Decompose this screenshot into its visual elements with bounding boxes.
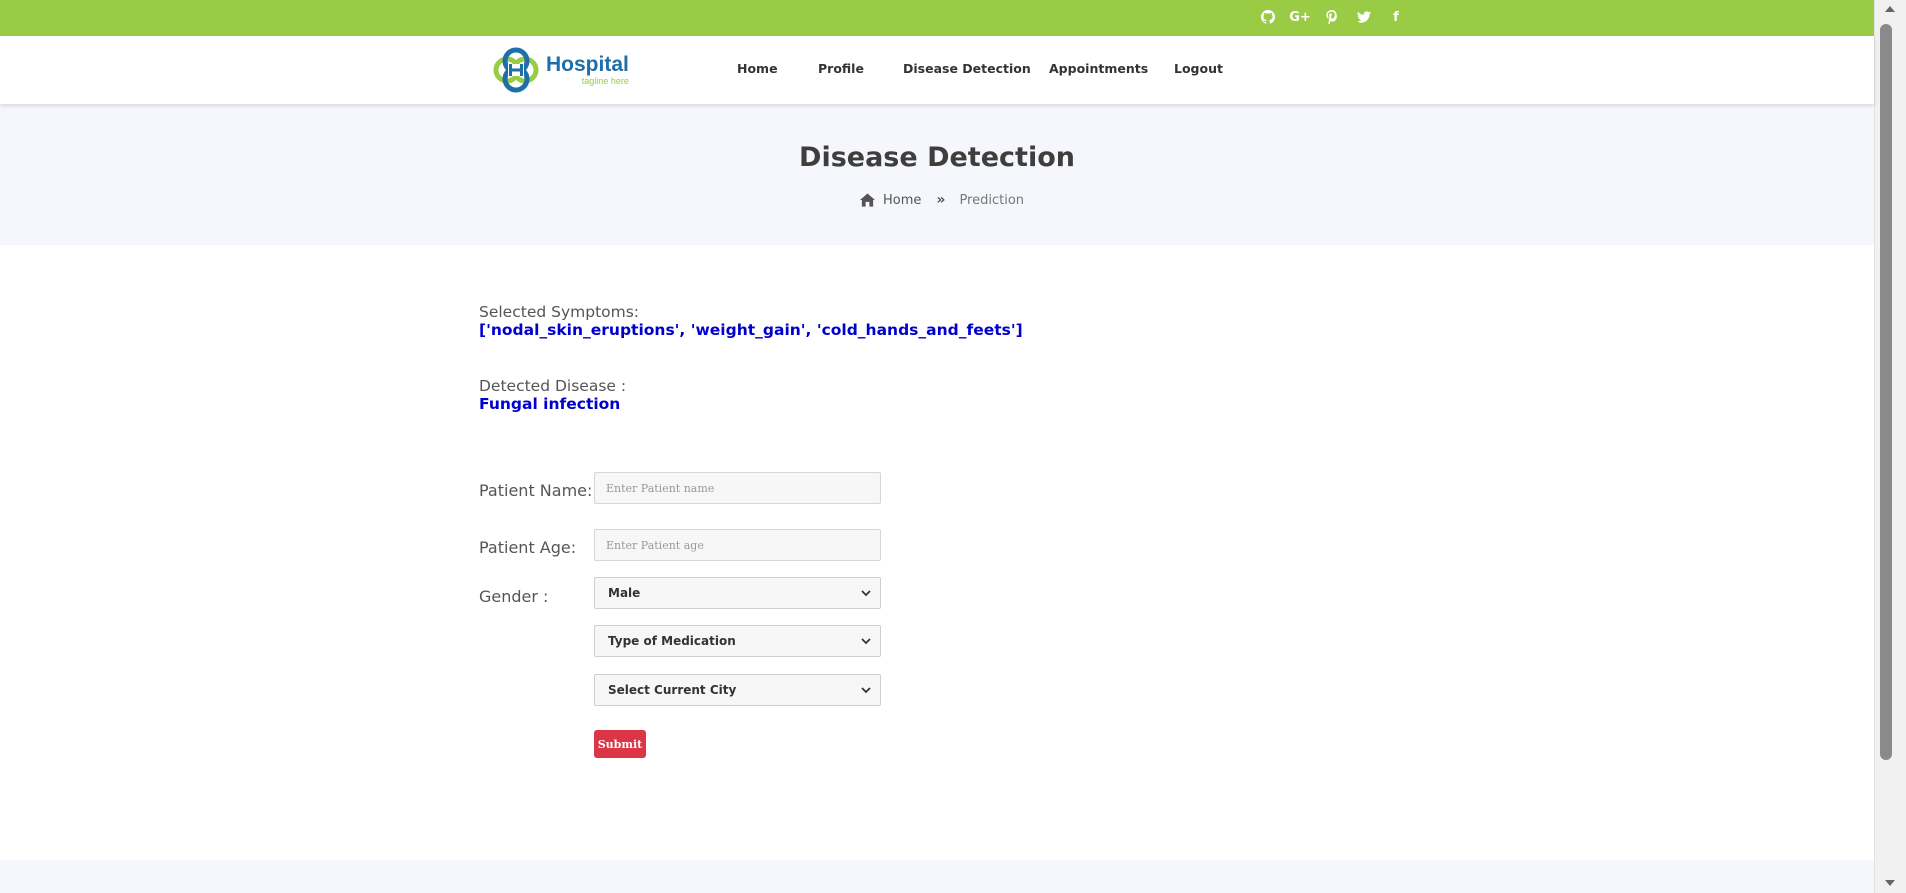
page-title: Disease Detection xyxy=(799,142,1075,173)
scrollbar-thumb[interactable] xyxy=(1880,24,1892,760)
chevron-down-icon xyxy=(861,590,871,597)
github-icon[interactable] xyxy=(1258,7,1278,27)
gender-label: Gender : xyxy=(479,587,549,606)
top-bar: G+ f xyxy=(0,0,1874,36)
detected-disease-value: Fungal infection xyxy=(479,395,621,413)
medication-select-value: Type of Medication xyxy=(608,634,736,648)
patient-age-input[interactable]: Enter Patient age xyxy=(594,529,881,561)
selected-symptoms-value: ['nodal_skin_eruptions', 'weight_gain', … xyxy=(479,321,1023,339)
logo-tagline: tagline here xyxy=(581,76,629,86)
logo-name: Hospital xyxy=(546,53,629,76)
nav-home[interactable]: Home xyxy=(737,61,778,76)
gender-select-value: Male xyxy=(608,586,641,600)
selected-symptoms-label: Selected Symptoms: xyxy=(479,303,640,321)
breadcrumb-home[interactable]: Home xyxy=(883,193,921,208)
breadcrumb-current: Prediction xyxy=(959,192,1025,208)
nav-disease-detection[interactable]: Disease Detection xyxy=(903,61,1031,76)
current-city-select[interactable]: Select Current City xyxy=(594,674,881,706)
submit-button[interactable]: Submit xyxy=(594,730,646,758)
breadcrumb-separator: » xyxy=(936,192,945,208)
hospital-logo[interactable]: Hospital tagline here xyxy=(490,44,629,96)
city-select-value: Select Current City xyxy=(608,683,737,697)
page-banner: Disease Detection Home » Prediction xyxy=(0,104,1874,245)
nav-appointments[interactable]: Appointments xyxy=(1049,61,1148,76)
detected-disease-label: Detected Disease : xyxy=(479,377,627,395)
chevron-down-icon xyxy=(861,687,871,694)
footer-strip xyxy=(0,860,1874,893)
twitter-icon[interactable] xyxy=(1354,7,1374,27)
medication-type-select[interactable]: Type of Medication xyxy=(594,625,881,657)
patient-age-label: Patient Age: xyxy=(479,538,577,557)
hospital-logo-icon xyxy=(493,47,539,93)
scroll-down-arrow-icon[interactable] xyxy=(1885,880,1895,886)
chevron-down-icon xyxy=(861,638,871,645)
nav-profile[interactable]: Profile xyxy=(818,61,864,76)
pinterest-icon[interactable] xyxy=(1322,7,1342,27)
patient-name-label: Patient Name: xyxy=(479,481,593,500)
patient-name-input[interactable]: Enter Patient name xyxy=(594,472,881,504)
google-plus-icon[interactable]: G+ xyxy=(1289,7,1311,27)
vertical-scrollbar[interactable] xyxy=(1874,0,1906,893)
main-navbar: Hospital tagline here Home Profile Disea… xyxy=(0,36,1874,104)
selected-symptoms-section: Selected Symptoms: ['nodal_skin_eruption… xyxy=(479,303,1023,339)
social-links: G+ f xyxy=(1258,7,1406,27)
breadcrumb: Home » Prediction xyxy=(860,192,1024,208)
gender-select[interactable]: Male xyxy=(594,577,881,609)
home-icon xyxy=(860,193,875,207)
scroll-up-arrow-icon[interactable] xyxy=(1885,6,1895,12)
facebook-icon[interactable]: f xyxy=(1386,7,1406,27)
nav-logout[interactable]: Logout xyxy=(1174,61,1223,76)
detected-disease-section: Detected Disease : Fungal infection xyxy=(479,377,626,413)
